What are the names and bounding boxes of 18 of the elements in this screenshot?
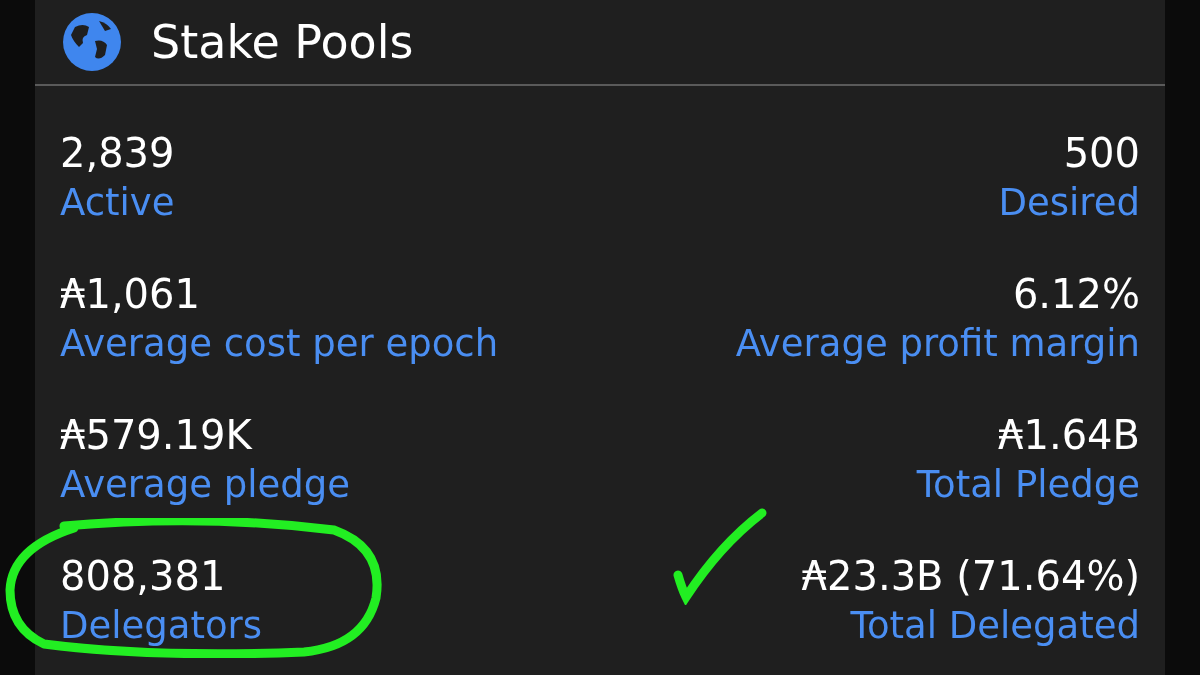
stat-value: ₳579.19K [60,411,252,460]
stat-label: Total Delegated [850,603,1140,649]
stat-value: 6.12% [1012,270,1140,319]
stat-value: 2,839 [60,129,175,178]
stat-value: ₳1.64B [998,411,1140,460]
globe-icon [61,11,123,73]
stat-value: ₳1,061 [60,270,200,319]
panel-title: Stake Pools [151,19,414,65]
stat-value: 808,381 [60,552,226,601]
stat-value: 500 [1063,129,1140,178]
stat-label: Average pledge [60,462,350,508]
stat-label: Active [60,180,175,226]
stat-label: Average profit margin [735,321,1140,367]
stat-value: ₳23.3B (71.64%) [801,552,1140,601]
stat-label: Delegators [60,603,263,649]
stat-label: Desired [998,180,1140,226]
stat-label: Average cost per epoch [60,321,499,367]
stat-label: Total Pledge [916,462,1140,508]
